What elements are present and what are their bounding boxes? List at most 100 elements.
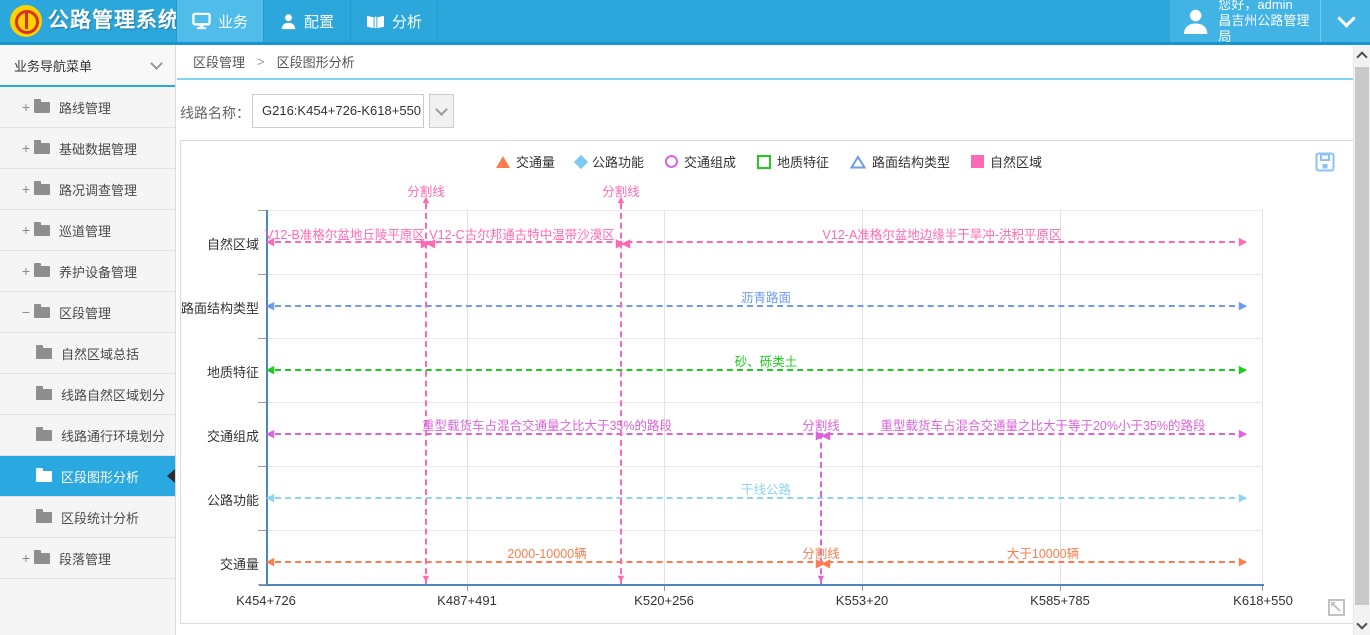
sidebar-item-label: 线路自然区域划分 — [61, 385, 165, 404]
arrow-right-icon — [1237, 429, 1249, 440]
divider-label: 分割线 — [407, 181, 445, 200]
chart-panel: 交通量 公路功能 交通组成 地质特征 路面结构类型 — [180, 140, 1358, 624]
divider-line-2 — [620, 203, 622, 584]
nav-tab-analysis[interactable]: 分析 — [351, 0, 438, 42]
legend-label: 路面结构类型 — [872, 152, 950, 171]
sidebar: 业务导航菜单 + 路线管理 + 基础数据管理 + 路况调查管理 + 巡道管理 +… — [0, 45, 176, 635]
monitor-icon — [192, 12, 211, 30]
user-account-block[interactable]: 您好，admin 昌吉州公路管理局 — [1170, 0, 1320, 42]
chevron-up-icon — [1356, 51, 1367, 62]
legend-label: 自然区域 — [990, 152, 1042, 171]
sidebar-item-label: 自然区域总括 — [61, 344, 139, 363]
expand-plus-icon[interactable]: + — [18, 222, 34, 238]
sidebar-item-section-mgmt[interactable]: − 区段管理 — [0, 292, 175, 333]
save-chart-button[interactable] — [1315, 152, 1335, 177]
app-logo-icon — [10, 5, 42, 37]
axis-tick — [1262, 586, 1263, 591]
chevron-down-icon — [1356, 618, 1367, 629]
sidebar-item-line-natural-region[interactable]: 线路自然区域划分 — [0, 374, 175, 415]
sidebar-item-patrol[interactable]: + 巡道管理 — [0, 210, 175, 251]
segment-label: 干线公路 — [741, 479, 791, 498]
legend-item-traffic-volume[interactable]: 交通量 — [496, 152, 555, 171]
expand-minus-icon[interactable]: − — [18, 304, 34, 320]
x-tick-label: K585+785 — [1030, 593, 1090, 608]
top-nav: 业务 配置 分析 — [176, 0, 438, 42]
y-axis-line — [266, 210, 268, 584]
legend-item-natural-region[interactable]: 自然区域 — [971, 152, 1042, 171]
expand-plus-icon[interactable]: + — [18, 140, 34, 156]
chevron-down-icon — [1337, 9, 1355, 27]
sidebar-item-line-traffic-env[interactable]: 线路通行环境划分 — [0, 415, 175, 456]
sidebar-item-basic-data[interactable]: + 基础数据管理 — [0, 128, 175, 169]
gridline — [1060, 210, 1061, 584]
nav-tab-config[interactable]: 配置 — [264, 0, 351, 42]
arrow-right-icon — [1237, 237, 1249, 248]
breadcrumb-separator: > — [257, 54, 265, 69]
app-title: 公路管理系统 — [48, 0, 180, 42]
scrollbar-thumb[interactable] — [1355, 67, 1369, 605]
sidebar-item-section-stats-analysis[interactable]: 区段统计分析 — [0, 497, 175, 538]
segment-label: 重型载货车占混合交通量之比大于35%的路段 — [422, 415, 672, 434]
arrow-right-icon — [1237, 557, 1249, 568]
expand-plus-icon[interactable]: + — [18, 263, 34, 279]
x-tick-label: K520+256 — [634, 593, 694, 608]
line-name-select-button[interactable] — [429, 94, 454, 128]
user-org: 昌吉州公路管理局 — [1218, 13, 1320, 45]
row-label-composition: 交通组成 — [167, 426, 259, 445]
axis-tick — [1060, 586, 1061, 591]
sidebar-item-paragraph-mgmt[interactable]: + 段落管理 — [0, 538, 175, 579]
folder-icon — [36, 512, 52, 523]
sidebar-header[interactable]: 业务导航菜单 — [0, 45, 175, 87]
folder-icon — [36, 348, 52, 359]
folder-icon — [34, 553, 50, 564]
expand-plus-icon[interactable]: + — [18, 550, 34, 566]
header-dropdown-button[interactable] — [1320, 0, 1370, 42]
sidebar-item-label: 线路通行环境划分 — [61, 426, 165, 445]
row-label-traffic-volume: 交通量 — [167, 554, 259, 573]
breadcrumb-parent[interactable]: 区段管理 — [193, 52, 245, 71]
row-label-natural-region: 自然区域 — [167, 234, 259, 253]
gridline — [862, 210, 863, 584]
sidebar-item-label: 区段统计分析 — [61, 508, 139, 527]
top-header-bar: 公路管理系统 业务 配置 — [0, 0, 1370, 45]
legend-item-traffic-composition[interactable]: 交通组成 — [665, 152, 736, 171]
restore-size-button[interactable] — [1326, 597, 1347, 623]
x-tick-label: K487+491 — [437, 593, 497, 608]
line-name-select[interactable]: G216:K454+726-K618+550 — [252, 94, 424, 128]
save-floppy-icon — [1315, 152, 1335, 172]
arrow-left-icon — [264, 301, 276, 312]
gridline — [664, 210, 665, 584]
legend-item-pavement-type[interactable]: 路面结构类型 — [850, 152, 950, 171]
logo-spoke-icon — [25, 13, 28, 29]
legend-label: 地质特征 — [777, 152, 829, 171]
legend-item-geology[interactable]: 地质特征 — [757, 152, 829, 171]
gridline — [268, 530, 1263, 531]
gridline — [268, 402, 1263, 403]
sidebar-item-section-graph-analysis[interactable]: 区段图形分析 — [0, 456, 175, 497]
nav-tab-label: 分析 — [392, 11, 422, 32]
nav-tab-label: 配置 — [304, 11, 334, 32]
nav-tab-business[interactable]: 业务 — [176, 0, 264, 42]
axis-tick — [258, 584, 266, 585]
folder-icon — [34, 184, 50, 195]
expand-plus-icon[interactable]: + — [18, 99, 34, 115]
x-tick-label: K454+726 — [236, 593, 296, 608]
axis-tick — [258, 338, 266, 339]
expand-plus-icon[interactable]: + — [18, 181, 34, 197]
vertical-scrollbar[interactable] — [1353, 45, 1370, 635]
chevron-down-icon — [150, 57, 163, 70]
folder-icon — [34, 307, 50, 318]
sidebar-item-route-mgmt[interactable]: + 路线管理 — [0, 87, 175, 128]
scroll-down-button[interactable] — [1354, 615, 1370, 635]
sidebar-item-road-survey[interactable]: + 路况调查管理 — [0, 169, 175, 210]
scroll-up-button[interactable] — [1354, 45, 1370, 65]
segment-label: 沥青路面 — [741, 287, 791, 306]
sidebar-item-label: 路况调查管理 — [59, 180, 137, 199]
sidebar-item-maintenance-equipment[interactable]: + 养护设备管理 — [0, 251, 175, 292]
legend-item-road-function[interactable]: 公路功能 — [576, 152, 644, 171]
square-outline-icon — [757, 155, 771, 169]
sidebar-item-natural-region-summary[interactable]: 自然区域总括 — [0, 333, 175, 374]
arrow-right-icon — [1237, 301, 1249, 312]
arrow-down-icon — [420, 574, 432, 585]
sidebar-item-label: 区段管理 — [59, 303, 111, 322]
